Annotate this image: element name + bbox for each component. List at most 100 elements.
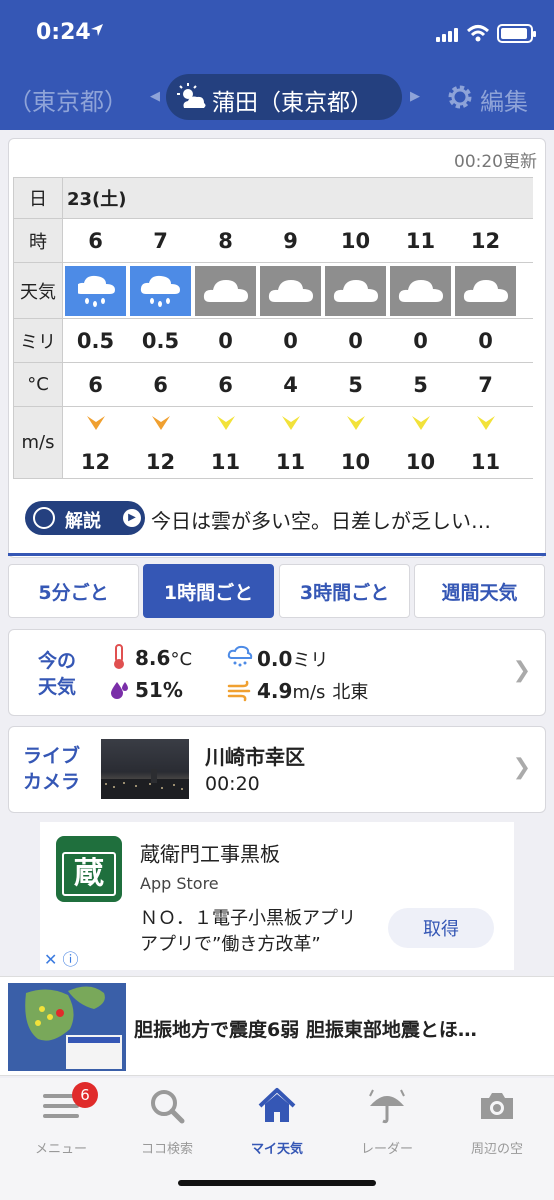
hourly-table[interactable]: 日 23(土) 時 6 7 8 9 10 11 12 天気 ミリ 0.5 0.5…	[13, 177, 533, 479]
current-humidity: 51%	[135, 678, 183, 702]
temp-cell: 4	[283, 372, 298, 397]
wind-cell: 12	[128, 407, 193, 478]
day-label: 23(土)	[67, 189, 127, 210]
live-camera-label-2: カメラ	[23, 771, 81, 793]
weather-cell	[193, 263, 258, 318]
precip-cell: 0	[413, 328, 428, 353]
cloud-icon	[390, 265, 451, 316]
weather-row: 天気	[13, 263, 533, 319]
cloud-icon	[325, 265, 386, 316]
wind-speed: 10	[340, 450, 371, 474]
temp-cell: 6	[88, 372, 103, 397]
ad-get-button[interactable]: 取得	[388, 908, 494, 948]
status-time: 0:24	[36, 20, 91, 45]
ad-close-info-icon[interactable]: ✕ ⓘ	[44, 946, 79, 970]
chevron-right-icon: ❯	[512, 755, 531, 780]
camera-time: 00:20	[205, 773, 260, 795]
explain-button[interactable]: 解説 ▶	[25, 501, 145, 535]
tabbar-radar[interactable]: レーダー	[332, 1086, 442, 1157]
tab-weekly[interactable]: 週間天気	[414, 564, 545, 618]
wind-speed: 11	[210, 450, 241, 474]
current-precip: 0.0ミリ	[257, 646, 328, 672]
explain-label: 解説	[65, 511, 101, 532]
rain-icon	[130, 265, 191, 316]
current-wind-value: 4.9	[257, 679, 293, 703]
news-banner[interactable]: 胆振地方で震度6弱 胆振東部地震とほ…	[0, 976, 554, 1076]
chat-bubble-icon	[33, 507, 55, 529]
arrow-right-icon[interactable]: ▶	[410, 89, 420, 104]
precip-cell: 0.5	[76, 328, 115, 353]
humidity-icon	[111, 682, 128, 699]
rain-cloud-icon	[227, 645, 253, 667]
live-camera-label: ライブ カメラ	[23, 743, 80, 795]
weather-cells	[63, 263, 518, 318]
wind-arrow-icon	[475, 413, 497, 437]
cloud-icon	[260, 265, 321, 316]
explain-text[interactable]: 今日は雲が多い空。日差しが乏しい…	[151, 505, 537, 534]
earthquake-map-image	[8, 983, 126, 1071]
row-label-temp: °C	[13, 363, 63, 406]
current-weather-label: 今の 天気	[27, 648, 87, 700]
tabbar-menu-label: メニュー	[34, 1142, 87, 1157]
wind-icon	[227, 680, 251, 702]
wind-arrow-icon	[280, 413, 302, 437]
weather-cell	[388, 263, 453, 318]
precip-cell: 0	[218, 328, 233, 353]
prev-location[interactable]: （東京都）	[8, 82, 128, 117]
home-icon	[258, 1088, 296, 1122]
hour-cell: 11	[405, 228, 436, 253]
current-location-pill[interactable]: 蒲田（東京都）	[166, 74, 402, 120]
current-weather-label-2: 天気	[37, 676, 76, 698]
gear-icon	[448, 85, 472, 109]
current-wind: 4.9m/s 北東	[257, 678, 368, 704]
tabbar-nearby-sky[interactable]: 周辺の空	[442, 1086, 552, 1157]
app-logo[interactable]: 蔵	[56, 836, 122, 902]
arrow-left-icon[interactable]: ◀	[150, 89, 160, 104]
camera-icon	[481, 1093, 513, 1119]
current-weather-card[interactable]: 今の 天気 8.6°C 51% 0.0ミリ 4.9m/s 北東 ❯	[8, 629, 546, 716]
current-temp-unit: °C	[170, 649, 193, 670]
tabbar-nearby-sky-label: 周辺の空	[470, 1142, 523, 1157]
ad-store: App Store	[140, 874, 219, 893]
current-temp-value: 8.6	[135, 646, 171, 670]
live-camera-card[interactable]: ライブ カメラ 川崎市幸区 00:20 ❯	[8, 726, 546, 813]
tabbar-search[interactable]: ココ検索	[112, 1086, 222, 1157]
current-precip-value: 0.0	[257, 647, 293, 671]
tab-3hour[interactable]: 3時間ごと	[279, 564, 410, 618]
current-temp: 8.6°C	[135, 646, 192, 670]
tab-5min[interactable]: 5分ごと	[8, 564, 139, 618]
hour-cell: 7	[153, 228, 168, 253]
precip-cell: 0	[283, 328, 298, 353]
forecast-card: 00:20更新 日 23(土) 時 6 7 8 9 10 11 12 天気 ミリ…	[8, 138, 546, 558]
weather-cell	[453, 263, 518, 318]
city-night-image	[101, 769, 189, 799]
wind-row: m/s 12 12 11 11 10 10 11	[13, 407, 533, 479]
row-label-hour: 時	[13, 219, 63, 262]
row-label-precip: ミリ	[13, 319, 63, 362]
news-headline[interactable]: 胆振地方で震度6弱 胆振東部地震とほ…	[134, 1015, 546, 1042]
current-weather-label-1: 今の	[37, 650, 76, 672]
precip-cell: 0	[348, 328, 363, 353]
hour-cell: 6	[88, 228, 103, 253]
ad-description-2: アプリで”働き方改革”	[140, 934, 321, 955]
ad-description-1: ＮＯ．１電子小黒板アプリ	[140, 908, 356, 929]
wind-arrow-icon	[150, 413, 172, 437]
edit-label: 編集	[480, 88, 528, 116]
wind-speed: 12	[145, 450, 176, 474]
tabbar-my-weather[interactable]: マイ天気	[222, 1086, 332, 1157]
temp-row: °C 6 6 6 4 5 5 7	[13, 363, 533, 407]
precip-cell: 0.5	[141, 328, 180, 353]
ad-title[interactable]: 蔵衛門工事黒板	[140, 838, 280, 867]
ad-banner[interactable]: 蔵 蔵衛門工事黒板 App Store ＮＯ．１電子小黒板アプリ アプリで”働き…	[40, 822, 514, 970]
wind-cell: 10	[323, 407, 388, 478]
current-location-name: 蒲田（東京都）	[212, 90, 373, 116]
weather-cell	[323, 263, 388, 318]
wind-cell: 12	[63, 407, 128, 478]
tab-hourly[interactable]: 1時間ごと	[143, 564, 274, 618]
live-camera-label-1: ライブ	[23, 745, 81, 767]
app-logo-mark: 蔵	[62, 852, 116, 896]
hour-cell: 10	[340, 228, 371, 253]
current-wind-unit: m/s	[292, 682, 326, 703]
camera-thumbnail[interactable]	[101, 739, 189, 799]
tabbar-menu[interactable]: メニュー	[6, 1086, 116, 1157]
